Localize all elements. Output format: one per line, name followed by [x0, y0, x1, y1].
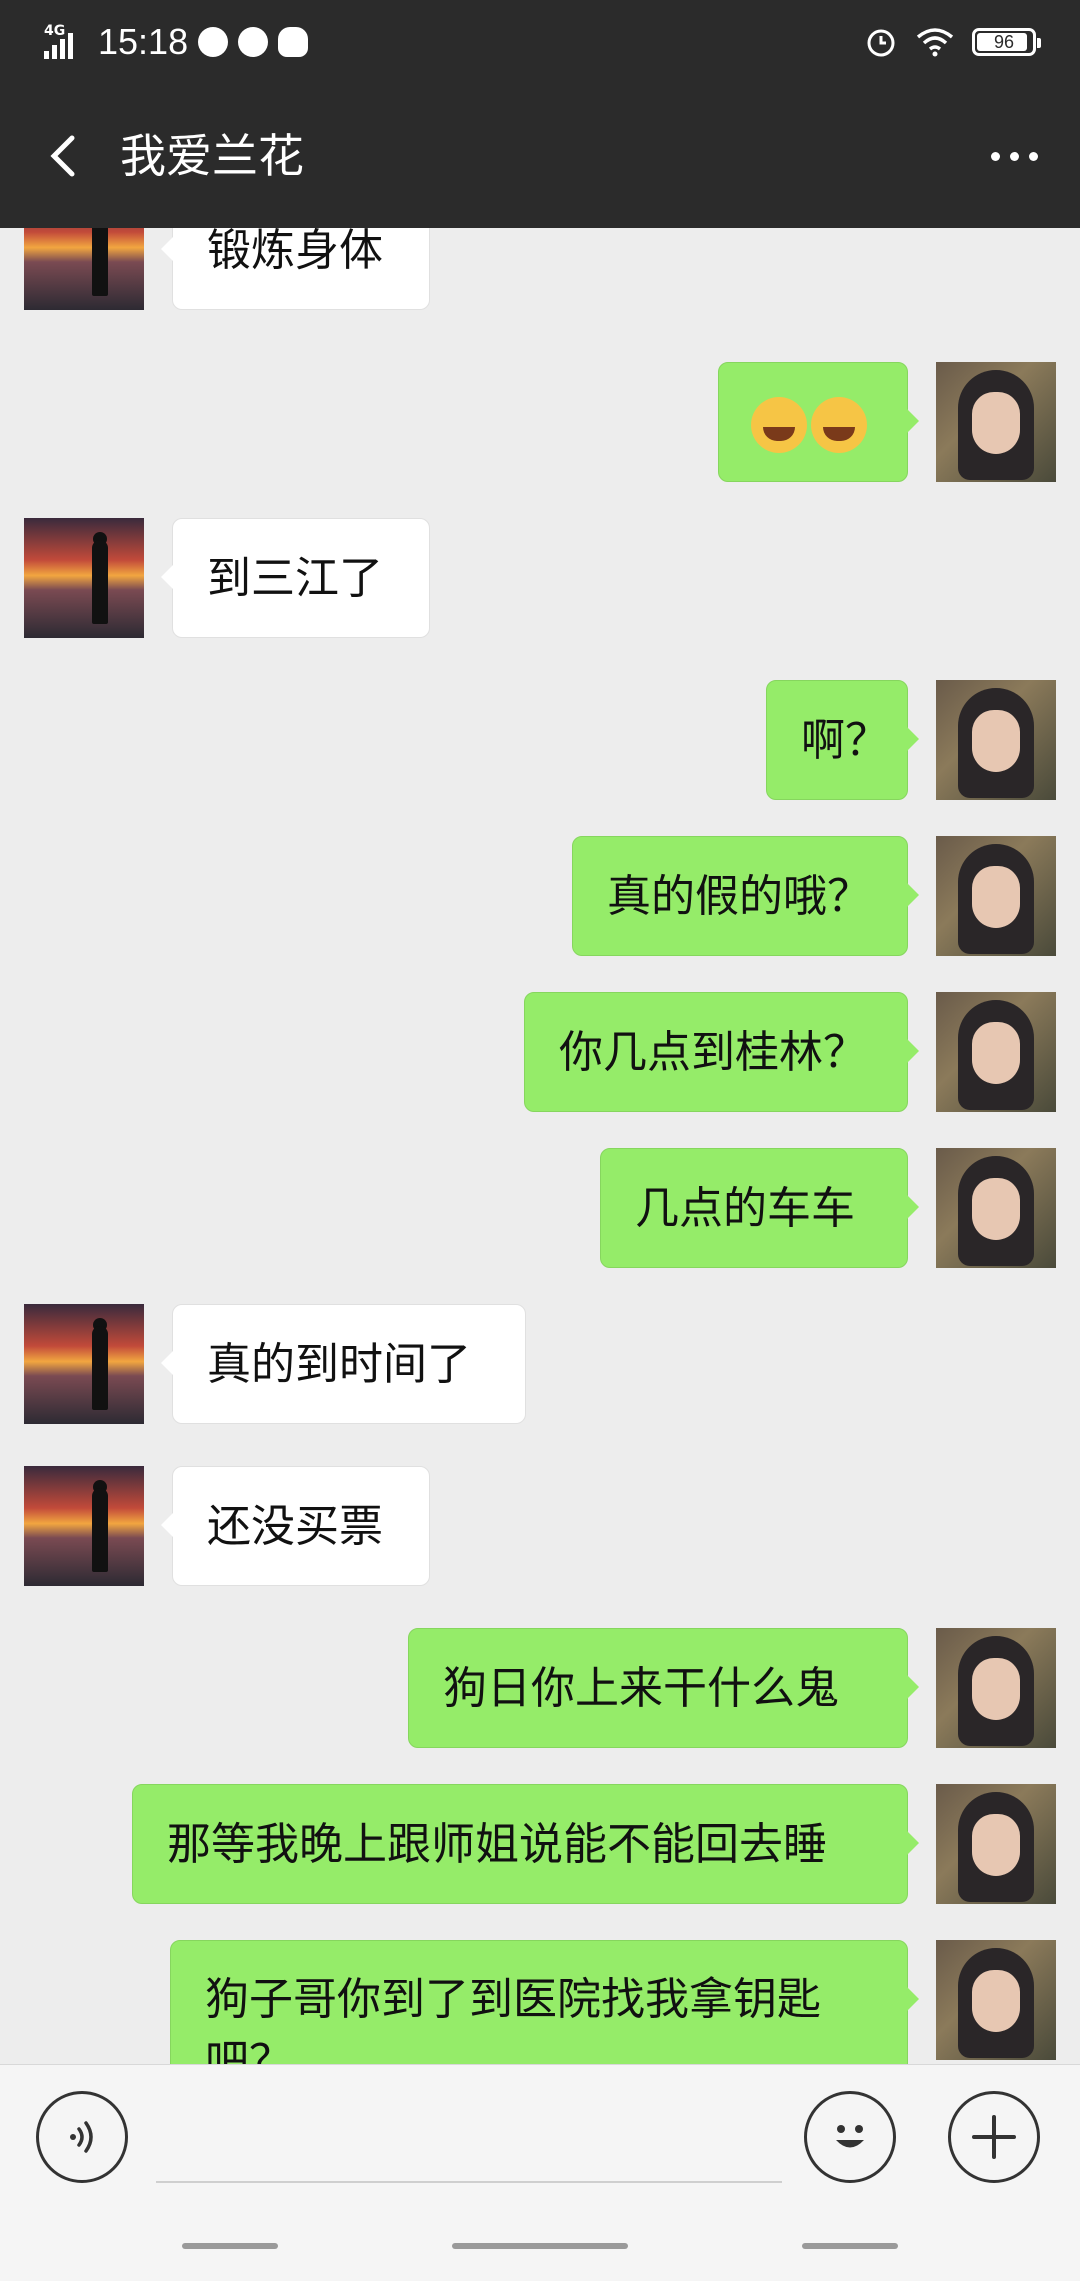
message-bubble[interactable]	[718, 362, 919, 482]
message-bubble[interactable]: 狗子哥你到了到医院找我拿钥匙吧？	[170, 1940, 919, 2064]
nav-back-button[interactable]	[802, 2243, 898, 2249]
message-input[interactable]	[156, 2095, 782, 2183]
more-dots-icon	[990, 151, 1038, 161]
chat-message-sent	[0, 362, 1080, 482]
chat-message-sent: 真的假的哦？	[0, 836, 1080, 956]
plus-icon	[972, 2115, 1016, 2159]
more-functions-button[interactable]	[948, 2091, 1040, 2183]
message-bubble[interactable]: 真的假的哦？	[572, 836, 919, 956]
voice-icon	[70, 2121, 93, 2153]
my-avatar[interactable]	[936, 1940, 1056, 2060]
laughing-emoji-icon	[751, 397, 807, 453]
more-button[interactable]	[978, 120, 1050, 192]
network-type: 4G	[44, 23, 66, 39]
battery-level: 96	[993, 31, 1015, 52]
my-avatar[interactable]	[936, 836, 1056, 956]
my-avatar[interactable]	[936, 992, 1056, 1112]
chat-message-received: 还没买票	[0, 1466, 1080, 1586]
chat-message-sent: 你几点到桂林？	[0, 992, 1080, 1112]
chat-message-sent: 狗子哥你到了到医院找我拿钥匙吧？	[0, 1940, 1080, 2064]
status-bar: 4G 15:18 96	[0, 0, 1080, 84]
contact-avatar[interactable]	[24, 228, 144, 310]
voice-button[interactable]	[36, 2091, 128, 2183]
contact-avatar[interactable]	[24, 1304, 144, 1424]
chat-message-sent: 几点的车车	[0, 1148, 1080, 1268]
my-avatar[interactable]	[936, 1148, 1056, 1268]
chat-list[interactable]: 锻炼身体 到三江了 啊？ 真的假的哦？ 你几点到桂林？ 几点的车车 真的到时间了	[0, 228, 1080, 2064]
battery-icon: 96	[972, 28, 1041, 56]
message-bubble[interactable]: 啊？	[766, 680, 919, 800]
chat-message-received: 到三江了	[0, 518, 1080, 638]
crying-emoji-icon	[811, 397, 867, 453]
message-bubble[interactable]: 到三江了	[161, 518, 430, 638]
signal-icon: 4G	[44, 23, 88, 59]
my-avatar[interactable]	[936, 362, 1056, 482]
my-avatar[interactable]	[936, 1628, 1056, 1748]
wifi-icon	[916, 28, 954, 57]
nav-home-button[interactable]	[452, 2243, 628, 2249]
my-avatar[interactable]	[936, 680, 1056, 800]
contact-avatar[interactable]	[24, 518, 144, 638]
nav-menu-button[interactable]	[182, 2243, 278, 2249]
input-bar	[0, 2064, 1080, 2281]
emoji-icon	[836, 2125, 864, 2148]
browser-icon	[198, 27, 229, 57]
chat-message-sent: 狗日你上来干什么鬼	[0, 1628, 1080, 1748]
message-bubble[interactable]: 狗日你上来干什么鬼	[408, 1628, 919, 1748]
back-arrow-icon	[50, 135, 75, 177]
globe-icon	[238, 27, 269, 57]
message-bubble[interactable]: 几点的车车	[600, 1148, 919, 1268]
contact-avatar[interactable]	[24, 1466, 144, 1586]
status-time: 15:18	[98, 21, 189, 62]
chat-header: 我爱兰花	[0, 84, 1080, 228]
chat-message-sent: 啊？	[0, 680, 1080, 800]
chat-message-received: 真的到时间了	[0, 1304, 1080, 1424]
emoji-button[interactable]	[804, 2091, 896, 2183]
qq-icon	[278, 27, 309, 57]
message-bubble[interactable]: 真的到时间了	[161, 1304, 526, 1424]
message-bubble[interactable]: 还没买票	[161, 1466, 430, 1586]
alarm-icon	[867, 29, 895, 57]
chat-message-sent: 那等我晚上跟师姐说能不能回去睡	[0, 1784, 1080, 1904]
message-bubble[interactable]: 那等我晚上跟师姐说能不能回去睡	[132, 1784, 919, 1904]
chat-message-received: 锻炼身体	[0, 228, 1080, 310]
back-button[interactable]	[30, 120, 102, 192]
page-title: 我爱兰花	[120, 129, 304, 183]
my-avatar[interactable]	[936, 1784, 1056, 1904]
message-bubble[interactable]: 你几点到桂林？	[524, 992, 919, 1112]
message-bubble[interactable]: 锻炼身体	[161, 228, 430, 310]
